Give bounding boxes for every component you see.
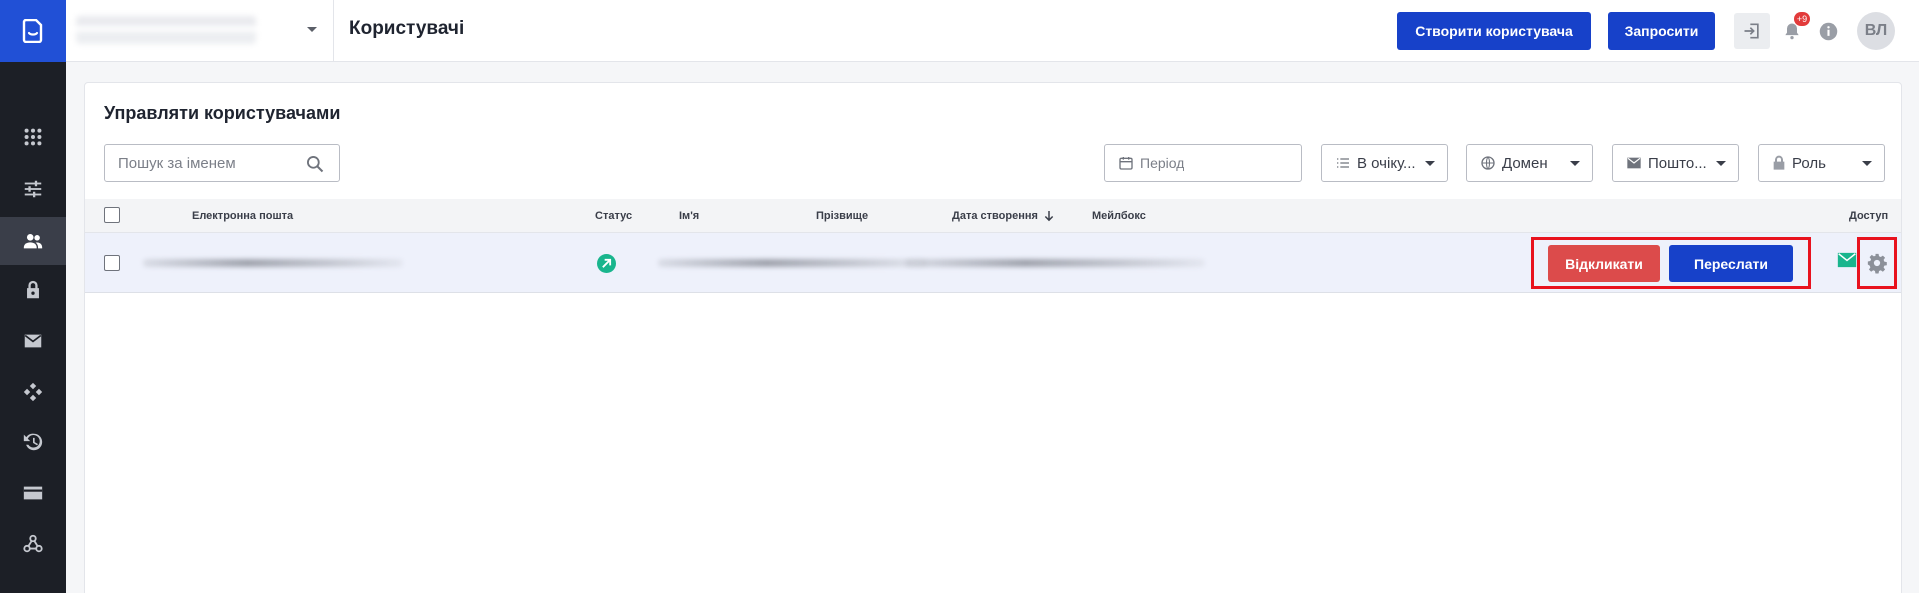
settings-highlight[interactable] [1857,237,1897,289]
sign-in-icon [1744,23,1759,39]
mail-icon [24,334,42,348]
email-redacted [143,259,403,267]
row-checkbox[interactable] [104,255,120,271]
search-field[interactable] [104,144,340,182]
column-access: Доступ [1849,210,1889,222]
history-icon [23,433,43,451]
user-avatar[interactable]: ВЛ [1857,12,1895,50]
organization-selector[interactable] [66,0,334,62]
settings-sliders-icon [24,180,42,198]
logo-icon [22,19,43,43]
chevron-down-icon [1570,161,1580,166]
users-icon [23,234,43,249]
chevron-down-icon [1425,161,1435,166]
mail-icon [1626,156,1642,170]
app-logo[interactable] [0,0,66,62]
create-user-button[interactable]: Створити користувача [1397,12,1591,50]
search-input[interactable] [118,154,288,172]
gear-icon[interactable] [1866,252,1888,274]
billing-card-icon [23,486,43,500]
status-filter-value: В очіку... [1357,154,1416,172]
info-icon [1819,22,1837,40]
chevron-down-icon [1716,161,1726,166]
period-filter[interactable]: Період [1104,144,1302,182]
sign-in-button[interactable] [1734,13,1770,49]
sort-arrow-down-icon[interactable] [1044,210,1054,222]
top-bar: Користувачі Створити користувача Запроси… [66,0,1919,62]
status-pending-icon [597,254,616,273]
users-management-card: Управляти користувачами Період В очіку..… [84,82,1902,593]
lock-icon [1772,155,1786,171]
mail-access-icon[interactable] [1837,252,1857,268]
list-icon [1335,155,1351,171]
notification-count-badge: +9 [1794,12,1810,26]
integrations-icon [23,382,43,402]
column-status[interactable]: Статус [595,210,632,222]
sidebar [0,0,66,593]
lock-icon [27,280,39,299]
invite-button[interactable]: Запросити [1608,12,1715,50]
domain-filter-value: Домен [1502,154,1548,172]
period-placeholder: Період [1140,155,1185,171]
role-filter-value: Роль [1792,154,1826,172]
table-row[interactable]: Відкликати Переслати [85,233,1901,293]
sidebar-item-mail[interactable] [0,317,66,365]
select-all-checkbox[interactable] [104,207,120,223]
chevron-down-icon [307,27,317,32]
mailbox-filter-value: Пошто... [1648,154,1707,172]
status-filter[interactable]: В очіку... [1321,144,1448,182]
calendar-icon [1118,155,1134,171]
first-name-redacted [658,259,928,267]
sidebar-item-history[interactable] [0,418,66,466]
globe-icon [1480,155,1496,171]
sidebar-item-integrations[interactable] [0,368,66,416]
sidebar-item-users[interactable] [0,217,66,265]
resend-invite-button[interactable]: Переслати [1669,245,1793,282]
last-name-redacted [905,259,1205,267]
info-button[interactable] [1814,17,1842,45]
column-created-date[interactable]: Дата створення [952,210,1054,222]
column-first-name[interactable]: Ім'я [679,210,699,222]
domain-filter[interactable]: Домен [1466,144,1593,182]
sidebar-item-settings[interactable] [0,165,66,213]
chevron-down-icon [1862,161,1872,166]
table-header: Електронна пошта Статус Ім'я Прізвище Да… [85,199,1901,233]
mailbox-filter[interactable]: Пошто... [1612,144,1739,182]
column-last-name[interactable]: Прізвище [816,210,868,222]
sidebar-item-webhooks[interactable] [0,520,66,568]
revoke-invite-button[interactable]: Відкликати [1548,245,1660,282]
column-mailbox[interactable]: Мейлбокс [1092,210,1146,222]
page-title: Користувачі [349,18,465,39]
sidebar-item-billing[interactable] [0,469,66,517]
column-created-label: Дата створення [952,210,1038,222]
webhooks-icon [23,534,43,553]
search-icon[interactable] [305,154,325,174]
column-email[interactable]: Електронна пошта [192,210,293,222]
apps-grid-icon [24,128,42,146]
sidebar-item-apps[interactable] [0,113,66,161]
role-filter[interactable]: Роль [1758,144,1885,182]
organization-name-redacted [76,16,256,44]
section-title: Управляти користувачами [104,103,341,123]
sidebar-item-security[interactable] [0,266,66,314]
